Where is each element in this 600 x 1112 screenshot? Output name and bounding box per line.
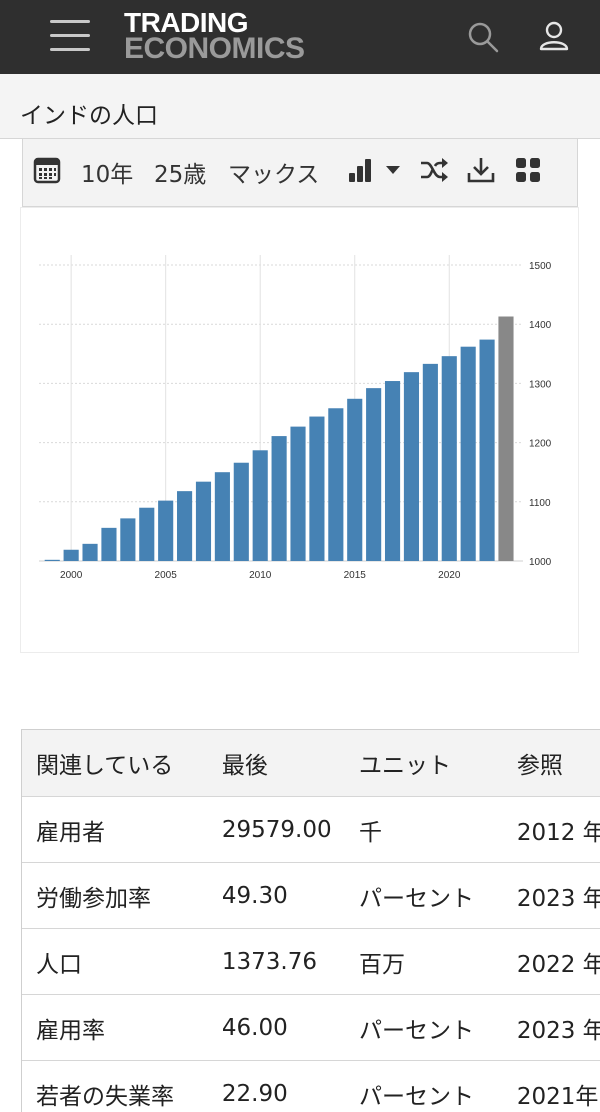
unit: パーセント bbox=[345, 1061, 503, 1112]
title-bar: インドの人口 bbox=[0, 74, 600, 139]
last-value: 29579.00 bbox=[208, 797, 345, 863]
bar bbox=[215, 472, 230, 561]
table-row[interactable]: 雇用率 46.00 パーセント 2023 年 bbox=[22, 995, 600, 1061]
user-icon[interactable] bbox=[536, 18, 572, 54]
calendar-icon[interactable] bbox=[33, 156, 61, 184]
last-value: 1373.76 bbox=[208, 929, 345, 995]
last-value: 46.00 bbox=[208, 995, 345, 1061]
range-max-button[interactable]: マックス bbox=[228, 155, 319, 189]
col-header-unit[interactable]: ユニット bbox=[345, 730, 503, 797]
x-tick-label: 2000 bbox=[60, 570, 83, 581]
bar bbox=[234, 463, 249, 561]
bar bbox=[64, 550, 79, 561]
x-tick-label: 2015 bbox=[344, 570, 367, 581]
bar bbox=[82, 544, 97, 561]
chart-toolbar: 10年 25歳 マックス bbox=[22, 139, 578, 207]
population-bar-chart[interactable]: 1000 1100 1200 1300 1400 1500 2000 2005 2010 2015… bbox=[21, 208, 578, 652]
bar bbox=[177, 491, 192, 561]
reference-date: 2023 年 bbox=[503, 995, 600, 1061]
y-tick-label: 1300 bbox=[529, 379, 552, 390]
unit: 百万 bbox=[345, 929, 503, 995]
range-10y-button[interactable]: 10年 bbox=[81, 155, 133, 189]
bar bbox=[196, 482, 211, 561]
bar bbox=[442, 356, 457, 561]
bar bbox=[45, 560, 60, 561]
x-tick-label: 2020 bbox=[438, 570, 461, 581]
bar bbox=[272, 436, 287, 561]
reference-date: 2023 年 bbox=[503, 863, 600, 929]
indicator-name-link[interactable]: 若者の失業率 bbox=[22, 1061, 208, 1112]
bar-chart-icon[interactable] bbox=[347, 157, 375, 183]
unit: 千 bbox=[345, 797, 503, 863]
grid-icon[interactable] bbox=[515, 157, 541, 183]
bar bbox=[347, 399, 362, 561]
indicator-name-link[interactable]: 労働参加率 bbox=[22, 863, 208, 929]
y-tick-label: 1000 bbox=[529, 557, 552, 568]
reference-date: 2012 年 bbox=[503, 797, 600, 863]
download-icon[interactable] bbox=[466, 156, 496, 184]
indicator-name-link[interactable]: 雇用者 bbox=[22, 797, 208, 863]
shuffle-icon[interactable] bbox=[419, 157, 449, 183]
bar bbox=[101, 528, 116, 561]
y-tick-label: 1400 bbox=[529, 320, 552, 331]
y-tick-label: 1200 bbox=[529, 439, 552, 450]
site-logo[interactable]: TRADING ECONOMICS bbox=[124, 10, 305, 62]
table-row[interactable]: 雇用者 29579.00 千 2012 年 bbox=[22, 797, 600, 863]
last-value: 22.90 bbox=[208, 1061, 345, 1112]
table-row[interactable]: 若者の失業率 22.90 パーセント 2021年 bbox=[22, 1061, 600, 1112]
x-tick-label: 2010 bbox=[249, 570, 272, 581]
bar bbox=[120, 518, 135, 561]
bar bbox=[423, 364, 438, 561]
bar bbox=[385, 381, 400, 561]
bar bbox=[366, 388, 381, 561]
bar bbox=[461, 347, 476, 561]
col-header-related[interactable]: 関連している bbox=[22, 730, 208, 797]
reference-date: 2021年 bbox=[503, 1061, 600, 1112]
forecast-bar bbox=[498, 317, 513, 561]
bar bbox=[480, 340, 495, 561]
hamburger-icon[interactable] bbox=[50, 18, 90, 52]
unit: パーセント bbox=[345, 995, 503, 1061]
bar bbox=[290, 427, 305, 561]
reference-date: 2022 年 bbox=[503, 929, 600, 995]
indicator-name-link[interactable]: 人口 bbox=[22, 929, 208, 995]
unit: パーセント bbox=[345, 863, 503, 929]
bar bbox=[253, 450, 268, 561]
y-tick-label: 1100 bbox=[529, 498, 551, 509]
search-icon[interactable] bbox=[466, 20, 500, 54]
table-row[interactable]: 人口 1373.76 百万 2022 年 bbox=[22, 929, 600, 995]
indicator-name-link[interactable]: 雇用率 bbox=[22, 995, 208, 1061]
y-tick-label: 1500 bbox=[529, 261, 552, 272]
bar bbox=[139, 508, 154, 561]
range-25y-button[interactable]: 25歳 bbox=[154, 155, 206, 189]
col-header-last[interactable]: 最後 bbox=[208, 730, 345, 797]
logo-line2: ECONOMICS bbox=[124, 36, 305, 62]
page-title: インドの人口 bbox=[20, 96, 158, 130]
bar bbox=[404, 372, 419, 561]
bar bbox=[158, 501, 173, 561]
population-chart[interactable]: 1000 1100 1200 1300 1400 1500 2000 2005 2010 2015… bbox=[20, 207, 579, 653]
bar bbox=[309, 417, 324, 561]
x-tick-label: 2005 bbox=[155, 570, 178, 581]
chevron-down-icon[interactable] bbox=[385, 165, 401, 175]
table-row[interactable]: 労働参加率 49.30 パーセント 2023 年 bbox=[22, 863, 600, 929]
last-value: 49.30 bbox=[208, 863, 345, 929]
bar bbox=[328, 408, 343, 561]
related-indicators-table: 関連している 最後 ユニット 参照 雇用者 29579.00 千 2012 年 … bbox=[21, 729, 600, 1112]
table-header-row: 関連している 最後 ユニット 参照 bbox=[22, 730, 600, 797]
top-navigation-bar: TRADING ECONOMICS bbox=[0, 0, 600, 74]
col-header-reference[interactable]: 参照 bbox=[503, 730, 600, 797]
